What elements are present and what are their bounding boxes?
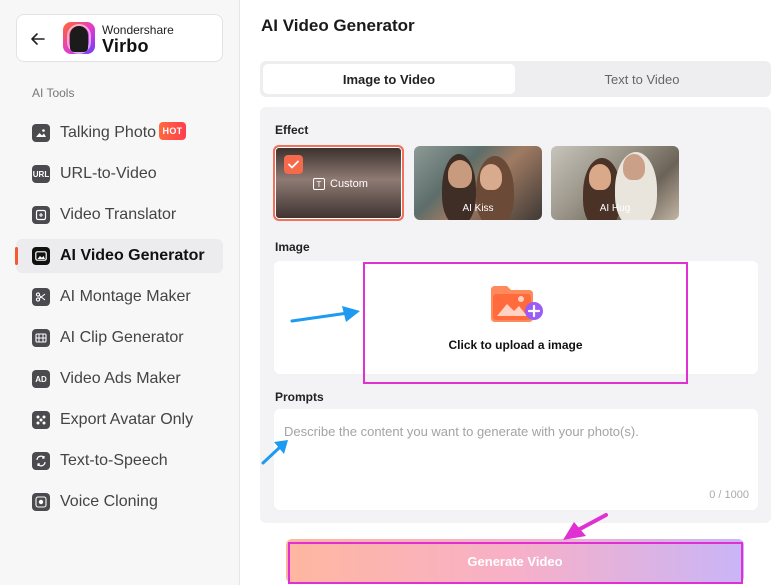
translate-icon	[32, 206, 50, 224]
brand-header: Wondershare Virbo	[16, 14, 223, 62]
effect-label-custom: Custom	[330, 178, 368, 190]
sidebar-item-ai-clip-generator[interactable]: AI Clip Generator	[16, 321, 223, 355]
annotation-arrow-right-icon	[290, 306, 360, 323]
image-icon	[32, 124, 50, 142]
sidebar: Wondershare Virbo AI Tools Talking Photo…	[0, 0, 240, 585]
effect-label: Effect	[275, 123, 309, 137]
thumbnail-face	[589, 164, 611, 190]
voice-icon	[32, 493, 50, 511]
thumbnail-face	[480, 164, 502, 190]
sidebar-item-video-ads-maker[interactable]: AD Video Ads Maker	[16, 362, 223, 396]
upload-image-icon	[491, 286, 543, 322]
sidebar-item-label: Voice Cloning	[60, 493, 158, 510]
sidebar-item-talking-photo[interactable]: Talking Photo HOT	[16, 116, 223, 150]
sidebar-item-ai-montage-maker[interactable]: AI Montage Maker	[16, 280, 223, 314]
back-button[interactable]	[27, 28, 49, 50]
sidebar-item-label: AI Clip Generator	[60, 329, 184, 346]
prompt-input[interactable]	[284, 424, 748, 484]
character-counter: 0 / 1000	[709, 489, 749, 501]
checkmark-icon	[284, 155, 303, 174]
sidebar-item-label: Text-to-Speech	[60, 452, 168, 469]
sidebar-item-voice-cloning[interactable]: Voice Cloning	[16, 485, 223, 519]
video-generator-icon	[32, 247, 50, 265]
effect-label-ai-hug: AI Hug	[599, 203, 631, 214]
sidebar-item-export-avatar-only[interactable]: Export Avatar Only	[16, 403, 223, 437]
sidebar-item-text-to-speech[interactable]: Text-to-Speech	[16, 444, 223, 478]
clip-icon	[32, 329, 50, 347]
text-icon: T	[313, 178, 325, 190]
avatar-icon	[32, 411, 50, 429]
brand-company: Wondershare	[102, 23, 174, 37]
tab-image-to-video[interactable]: Image to Video	[263, 64, 515, 94]
upload-instruction: Click to upload a image	[448, 338, 583, 352]
thumbnail-face	[623, 154, 645, 180]
effect-card-ai-hug[interactable]: AI Hug	[551, 146, 679, 220]
hot-badge: HOT	[159, 122, 186, 140]
thumbnail-face	[448, 160, 472, 188]
scissors-icon	[32, 288, 50, 306]
sidebar-item-ai-video-generator[interactable]: AI Video Generator	[15, 239, 223, 273]
sidebar-item-label: Talking Photo	[60, 124, 157, 141]
url-icon: URL	[32, 165, 50, 183]
effect-label-ai-kiss: AI Kiss	[462, 203, 494, 214]
sidebar-item-video-translator[interactable]: Video Translator	[16, 198, 223, 232]
annotation-arrow-up-icon	[261, 440, 288, 465]
sidebar-item-url-to-video[interactable]: URL URL-to-Video	[16, 157, 223, 191]
section-label-ai-tools: AI Tools	[32, 86, 75, 100]
sidebar-item-label: URL-to-Video	[60, 165, 157, 182]
brand-name: Virbo	[102, 36, 149, 56]
annotation-arrow-down-icon	[563, 513, 608, 540]
page-title: AI Video Generator	[261, 16, 415, 35]
sidebar-item-label: AI Video Generator	[60, 247, 205, 264]
prompts-label: Prompts	[275, 390, 324, 404]
speech-icon	[32, 452, 50, 470]
sidebar-item-label: Video Translator	[60, 206, 177, 223]
image-label: Image	[275, 240, 310, 254]
mode-tabs: Image to Video Text to Video	[260, 61, 771, 97]
ad-icon: AD	[32, 370, 50, 388]
tab-text-to-video[interactable]: Text to Video	[516, 64, 768, 94]
sidebar-item-label: AI Montage Maker	[60, 288, 191, 305]
sidebar-item-label: Video Ads Maker	[60, 370, 181, 387]
effect-card-custom[interactable]: T Custom	[273, 145, 404, 221]
sidebar-item-label: Export Avatar Only	[60, 411, 194, 428]
arrow-left-icon	[31, 33, 45, 45]
generate-video-button[interactable]: Generate Video	[286, 539, 744, 583]
virbo-logo	[63, 22, 95, 54]
effect-card-ai-kiss[interactable]: AI Kiss	[414, 146, 542, 220]
